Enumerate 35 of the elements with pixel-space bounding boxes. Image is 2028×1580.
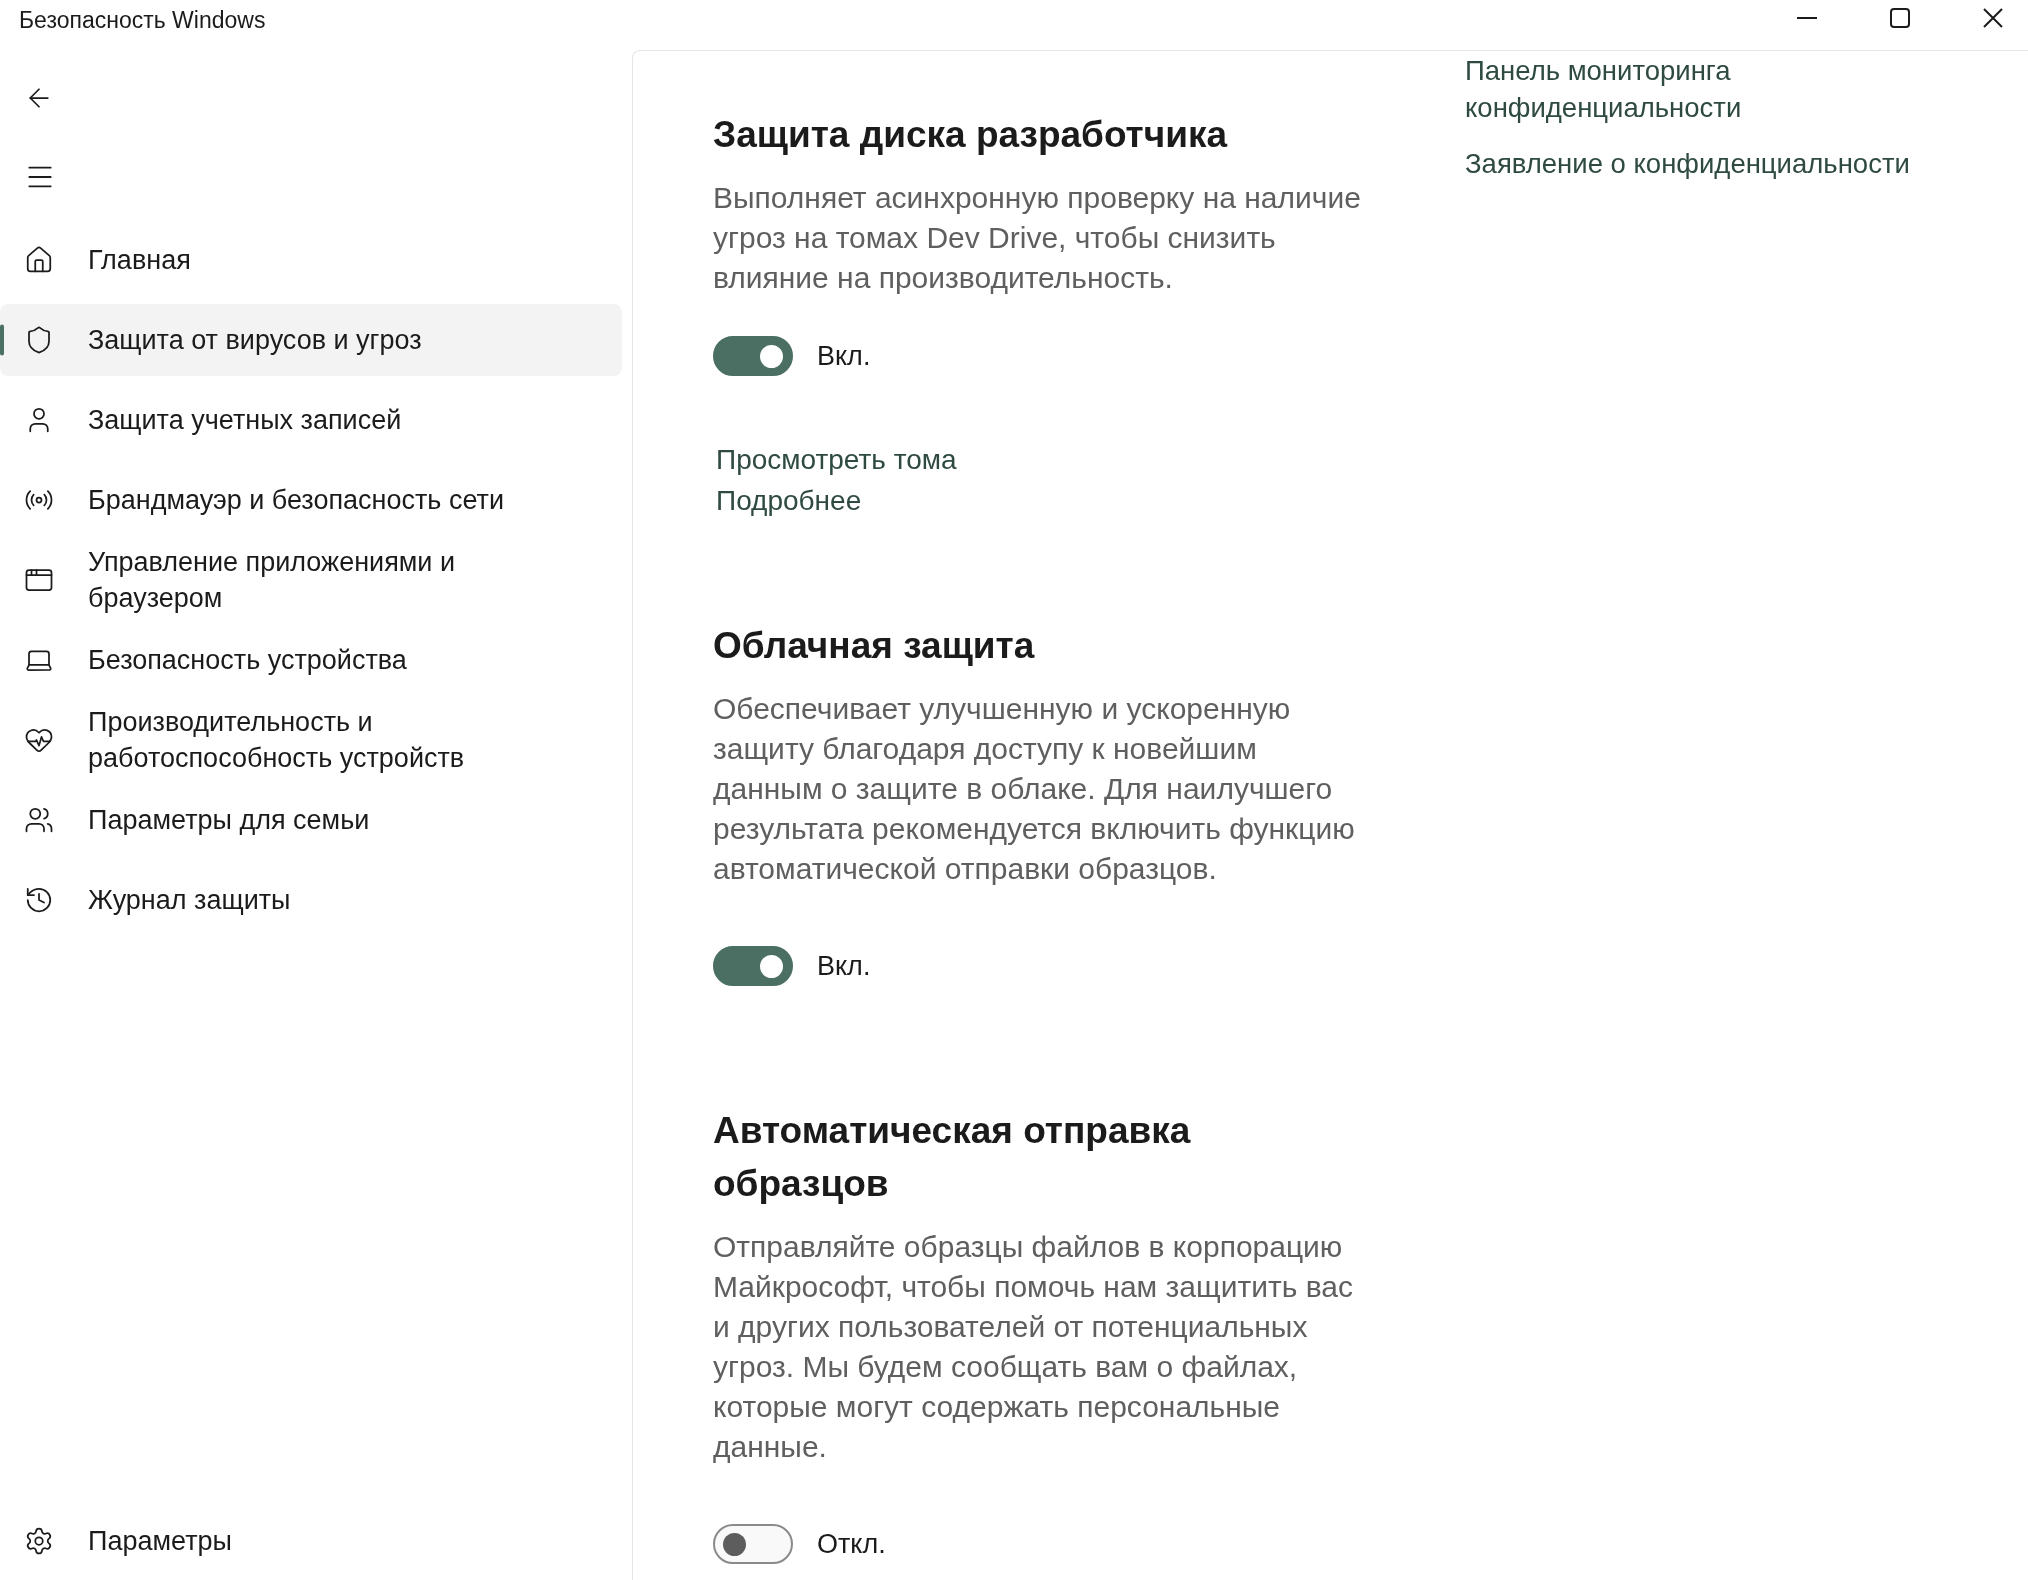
minimize-icon xyxy=(1797,17,1817,19)
text-link[interactable]: Просмотреть тома xyxy=(716,439,957,480)
toggle-switch[interactable] xyxy=(713,946,793,986)
section-description: Обеспечивает улучшенную и ускоренную защиту благодаря доступу к новейшим данным о защите в облаке. Для наилучшего результата рекомендуется включить функцию автоматической отправки образцов. xyxy=(713,691,1356,887)
history-icon xyxy=(24,885,54,915)
privacy-link[interactable]: Панель мониторинга конфиденциальности xyxy=(1465,52,1945,126)
nav-item[interactable]: Параметры для семьи xyxy=(0,784,622,856)
settings-nav-item[interactable]: Параметры xyxy=(0,1505,622,1577)
maximize-icon xyxy=(1890,8,1910,28)
close-icon xyxy=(1983,8,2003,28)
section-title: Защита диска разработчика xyxy=(713,113,1229,157)
privacy-link[interactable]: Заявление о конфиденциальности xyxy=(1465,145,1910,182)
nav-item[interactable]: Производительность и работоспособность устройств xyxy=(0,704,622,776)
section-title: Облачная защита xyxy=(713,624,1036,668)
nav-item[interactable]: Журнал защиты xyxy=(0,864,622,936)
nav-item[interactable]: Безопасность устройства xyxy=(0,624,622,696)
nav-item[interactable]: Брандмауэр и безопасность сети xyxy=(0,464,622,536)
nav-item[interactable]: Защита от вирусов и угроз xyxy=(0,304,622,376)
toggle-switch[interactable] xyxy=(713,336,793,376)
section-description: Отправляйте образцы файлов в корпорацию Майкрософт, чтобы помочь нам защитить вас и других пользователей от потенциальных угроз. Мы будем сообщать вам о файлах, которые могут содержать персональные данные. xyxy=(713,1229,1354,1465)
toggle-state-label: Вкл. xyxy=(817,340,871,373)
toggle-switch[interactable] xyxy=(713,1524,793,1564)
home-icon xyxy=(24,245,54,275)
toggle-state-label: Вкл. xyxy=(817,950,871,983)
section-title: Автоматическая отправка образцов xyxy=(713,1109,1192,1206)
window-title: Безопасность Windows xyxy=(19,6,266,34)
toggle-state-label: Откл. xyxy=(817,1528,886,1561)
text-link[interactable]: Подробнее xyxy=(716,480,862,521)
nav-item[interactable]: Главная xyxy=(0,224,622,296)
selection-indicator xyxy=(0,324,4,356)
nav-item[interactable]: Защита учетных записей xyxy=(0,384,622,456)
section-description: Выполняет асинхронную проверку на наличие угроз на томах Dev Drive, чтобы снизить влияние на производительность. xyxy=(713,180,1362,296)
people-icon xyxy=(24,805,54,835)
settings-icon xyxy=(24,1526,54,1556)
nav-item[interactable]: Управление приложениями и браузером xyxy=(0,544,622,616)
